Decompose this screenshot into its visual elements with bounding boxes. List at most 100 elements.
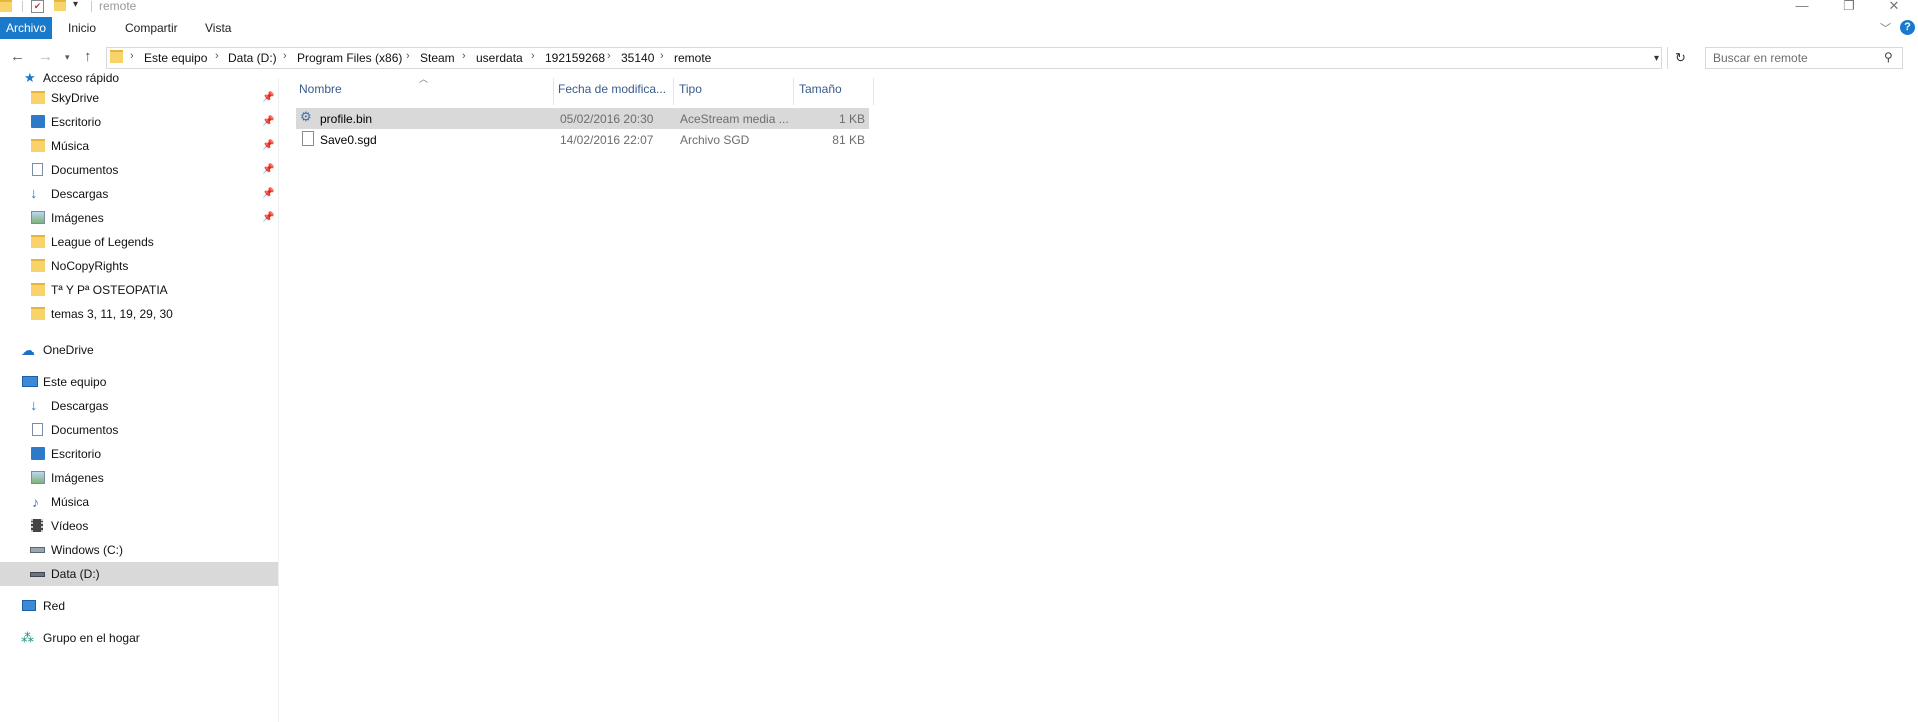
breadcrumb-separator[interactable]: › — [406, 50, 410, 62]
breadcrumb-separator[interactable]: › — [283, 50, 287, 62]
forward-arrow-icon[interactable]: → — [38, 48, 53, 65]
desktop-icon — [31, 447, 45, 460]
tab-archivo[interactable]: Archivo — [0, 17, 53, 39]
breadcrumb-este-equipo[interactable]: Este equipo — [144, 51, 207, 65]
file-name[interactable]: Save0.sgd — [320, 133, 377, 147]
sidebar-item-osteopatia[interactable]: Tª Y Pª OSTEOPATIA — [0, 278, 278, 302]
qat-customize-icon[interactable]: ▾ — [73, 0, 78, 10]
up-arrow-icon[interactable]: ↑ — [84, 48, 92, 65]
pictures-icon — [31, 471, 45, 484]
pin-icon[interactable]: 📌 — [262, 206, 274, 230]
column-divider[interactable] — [873, 78, 874, 105]
minimize-button[interactable]: — — [1792, 0, 1812, 13]
column-header-tipo[interactable]: Tipo — [679, 82, 702, 96]
pin-icon[interactable]: 📌 — [262, 134, 274, 158]
file-type: Archivo SGD — [680, 133, 750, 147]
sidebar-item-label: Documentos — [51, 163, 119, 177]
breadcrumb-separator[interactable]: › — [607, 50, 611, 62]
sidebar-item-label: SkyDrive — [51, 91, 100, 105]
sidebar-item-descargas[interactable]: ↓ Descargas 📌 — [0, 182, 278, 206]
pictures-icon — [31, 211, 45, 224]
breadcrumb-separator[interactable]: › — [215, 50, 219, 62]
sort-ascending-icon: ︿ — [419, 74, 429, 84]
sidebar-item-onedrive[interactable]: ☁ OneDrive — [0, 338, 278, 362]
sidebar-item-red[interactable]: Red — [0, 594, 278, 618]
sidebar-item-label: Grupo en el hogar — [43, 631, 140, 645]
homegroup-icon: ⁂ — [21, 630, 34, 645]
pin-icon[interactable]: 📌 — [262, 158, 274, 182]
sidebar-item-pc-musica[interactable]: ♪ Música — [0, 490, 278, 514]
sidebar-item-este-equipo[interactable]: Este equipo — [0, 370, 278, 394]
sidebar-item-imagenes[interactable]: Imágenes 📌 — [0, 206, 278, 230]
pane-divider[interactable] — [278, 78, 279, 722]
column-header-fecha[interactable]: Fecha de modifica... — [558, 82, 666, 96]
sidebar-item-grupo-hogar[interactable]: ⁂ Grupo en el hogar — [0, 626, 278, 650]
sidebar-item-nocopyrights[interactable]: NoCopyRights — [0, 254, 278, 278]
sidebar-item-label: Imágenes — [51, 211, 104, 225]
column-divider[interactable] — [553, 78, 554, 105]
folder-icon — [31, 139, 45, 152]
breadcrumb-userdata[interactable]: userdata — [476, 51, 523, 65]
column-divider[interactable] — [793, 78, 794, 105]
sidebar-item-temas[interactable]: temas 3, 11, 19, 29, 30 — [0, 302, 278, 326]
breadcrumb-separator[interactable]: › — [462, 50, 466, 62]
sidebar-item-pc-descargas[interactable]: ↓ Descargas — [0, 394, 278, 418]
search-icon[interactable]: ⚲ — [1884, 50, 1893, 64]
help-icon[interactable]: ? — [1900, 20, 1915, 35]
sidebar-item-data-d[interactable]: Data (D:) — [0, 562, 278, 586]
column-header-tamano[interactable]: Tamaño — [799, 82, 842, 96]
generic-file-icon — [302, 131, 314, 146]
sidebar-item-pc-imagenes[interactable]: Imágenes — [0, 466, 278, 490]
sidebar-item-pc-documentos[interactable]: Documentos — [0, 418, 278, 442]
sidebar-item-musica[interactable]: Música 📌 — [0, 134, 278, 158]
breadcrumb-192159268[interactable]: 192159268 — [545, 51, 605, 65]
close-button[interactable]: ✕ — [1884, 0, 1904, 14]
column-header-nombre[interactable]: Nombre — [299, 82, 342, 96]
breadcrumb-remote[interactable]: remote — [674, 51, 711, 65]
address-dropdown-icon[interactable]: ▾ — [1654, 53, 1659, 64]
pin-icon[interactable]: 📌 — [262, 110, 274, 134]
breadcrumb-separator[interactable]: › — [531, 50, 535, 62]
sidebar-item-league-of-legends[interactable]: League of Legends — [0, 230, 278, 254]
folder-icon — [31, 283, 45, 296]
file-size: 81 KB — [832, 133, 865, 147]
sidebar-item-documentos[interactable]: Documentos 📌 — [0, 158, 278, 182]
breadcrumb-separator[interactable]: › — [660, 50, 664, 62]
sidebar-item-escritorio[interactable]: Escritorio 📌 — [0, 110, 278, 134]
desktop-icon — [31, 115, 45, 128]
new-folder-icon[interactable] — [54, 0, 66, 11]
drive-icon — [30, 572, 45, 577]
breadcrumb-35140[interactable]: 35140 — [621, 51, 654, 65]
breadcrumb-data-d[interactable]: Data (D:) — [228, 51, 277, 65]
sidebar-item-label: temas 3, 11, 19, 29, 30 — [51, 307, 173, 321]
restore-button[interactable]: ❐ — [1839, 0, 1859, 14]
sidebar-item-windows-c[interactable]: Windows (C:) — [0, 538, 278, 562]
sidebar-item-label: NoCopyRights — [51, 259, 129, 273]
breadcrumb-separator[interactable]: › — [130, 50, 134, 62]
sidebar-item-pc-escritorio[interactable]: Escritorio — [0, 442, 278, 466]
chevron-down-icon[interactable]: ﹀ — [1880, 20, 1891, 36]
computer-icon — [22, 376, 38, 387]
refresh-icon[interactable]: ↻ — [1675, 50, 1686, 66]
sidebar-item-skydrive[interactable]: SkyDrive 📌 — [0, 86, 278, 110]
tab-compartir[interactable]: Compartir — [125, 17, 178, 39]
breadcrumb-program-files[interactable]: Program Files (x86) — [297, 51, 402, 65]
sidebar-item-label: Este equipo — [43, 375, 107, 389]
pin-icon[interactable]: 📌 — [262, 86, 274, 110]
breadcrumb-steam[interactable]: Steam — [420, 51, 455, 65]
recent-locations-icon[interactable]: ▾ — [65, 52, 70, 63]
properties-icon[interactable]: ✔ — [31, 0, 44, 13]
folder-icon — [31, 259, 45, 272]
file-name[interactable]: profile.bin — [320, 112, 372, 126]
search-input[interactable]: Buscar en remote — [1713, 51, 1808, 65]
file-row-save0-sgd[interactable]: Save0.sgd 14/02/2016 22:07 Archivo SGD 8… — [296, 129, 869, 150]
tab-inicio[interactable]: Inicio — [68, 17, 96, 39]
tab-vista[interactable]: Vista — [205, 17, 231, 39]
back-arrow-icon[interactable]: ← — [10, 48, 25, 65]
sidebar-item-label: Windows (C:) — [51, 543, 124, 557]
pin-icon[interactable]: 📌 — [262, 182, 274, 206]
drive-c-icon — [30, 547, 45, 553]
file-row-profile-bin[interactable]: ⚙ profile.bin 05/02/2016 20:30 AceStream… — [296, 108, 869, 129]
column-divider[interactable] — [673, 78, 674, 105]
sidebar-item-pc-videos[interactable]: Vídeos — [0, 514, 278, 538]
